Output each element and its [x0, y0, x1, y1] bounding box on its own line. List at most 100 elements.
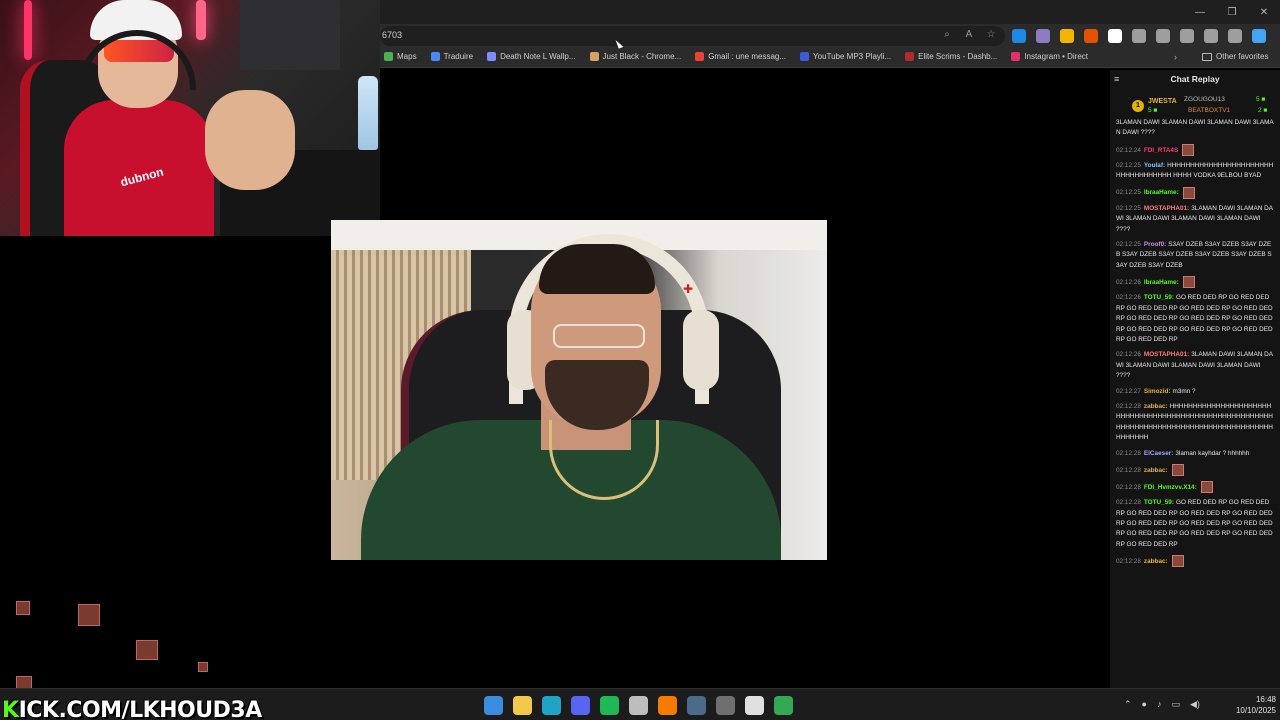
- extension-icon[interactable]: [1156, 29, 1170, 43]
- floating-emote: [198, 662, 208, 672]
- file-explorer-icon[interactable]: [513, 696, 532, 715]
- chat-message: 02:12:28 FDI_Hvmzvv.X14:: [1116, 481, 1274, 494]
- app-orange-icon[interactable]: [658, 696, 677, 715]
- bookmark-label: Elite Scrims - Dashb...: [918, 52, 998, 61]
- minimize-icon[interactable]: —: [1184, 0, 1216, 24]
- chat-username[interactable]: TOTU_59:: [1144, 499, 1174, 506]
- chat-username[interactable]: IbraaHame:: [1144, 279, 1179, 286]
- gifter-rank-badge: 1: [1132, 100, 1144, 112]
- address-bar[interactable]: 6703 ⌕ A ☆: [380, 26, 1005, 46]
- bookmark-label: YouTube MP3 Playli...: [813, 52, 892, 61]
- obs-icon[interactable]: [716, 696, 735, 715]
- bookmark-favicon-icon: [430, 52, 440, 61]
- chat-username[interactable]: Proof0:: [1144, 241, 1166, 248]
- microphone-icon[interactable]: ♪: [1157, 699, 1162, 710]
- bookmark-item[interactable]: Maps: [384, 52, 417, 61]
- chat-username[interactable]: MOSTAPHA01:: [1144, 351, 1189, 358]
- bookmark-item[interactable]: Just Black - Chrome...: [589, 52, 681, 61]
- chat-timestamp: 02:12:25: [1116, 204, 1141, 212]
- chat-username[interactable]: IbraaHame:: [1144, 189, 1179, 196]
- other-favorites[interactable]: Other favorites: [1202, 52, 1268, 61]
- extension-icon[interactable]: [1108, 29, 1122, 43]
- bookmark-label: Death Note L Wallp...: [500, 52, 576, 61]
- chat-message: 02:12:25 Youlaf: HHHHHHHHHHHHHHHHHHHHHHHHH…: [1116, 161, 1274, 182]
- second-gifter-name[interactable]: ZGOUGOU13: [1184, 96, 1225, 103]
- top-gifter-count: 5 ■: [1148, 107, 1158, 114]
- edge-icon[interactable]: [542, 696, 561, 715]
- streamer-webcam: dubnon: [0, 0, 380, 236]
- extension-icon[interactable]: [1252, 29, 1266, 43]
- chat-username[interactable]: TOTU_59:: [1144, 294, 1174, 301]
- chat-emote-icon: [1200, 481, 1213, 494]
- close-icon[interactable]: ✕: [1248, 0, 1280, 24]
- chat-message: 02:12:28 zabbac:: [1116, 464, 1274, 477]
- bookmark-item[interactable]: Traduire: [430, 52, 473, 61]
- clock-time: 16:48: [1255, 695, 1276, 704]
- chat-menu-icon[interactable]: ≡: [1114, 74, 1119, 84]
- chat-message: 3LAMAN DAWI 3LAMAN DAWI 3LAMAN DAWI 3LAM…: [1116, 118, 1274, 139]
- chat-username[interactable]: zabbac:: [1144, 467, 1168, 474]
- github-icon[interactable]: [745, 696, 764, 715]
- chat-username[interactable]: Simozid:: [1144, 388, 1171, 395]
- top-gifter-name[interactable]: JWESTA: [1148, 98, 1177, 105]
- url-text[interactable]: 6703: [382, 30, 402, 40]
- tray-app-icon[interactable]: ●: [1142, 699, 1147, 710]
- start-icon[interactable]: [484, 696, 503, 715]
- bookmark-item[interactable]: Instagram • Direct: [1011, 52, 1088, 61]
- extension-icon[interactable]: [1060, 29, 1074, 43]
- steam-icon[interactable]: [687, 696, 706, 715]
- tray-chevron-icon[interactable]: ⌃: [1124, 699, 1132, 710]
- spotify-icon[interactable]: [600, 696, 619, 715]
- bookmarks-more-icon[interactable]: ›: [1174, 52, 1177, 62]
- extension-icon[interactable]: [1204, 29, 1218, 43]
- chat-username[interactable]: FDI_Hvmzvv.X14:: [1144, 484, 1197, 491]
- display-icon[interactable]: ▭: [1171, 699, 1180, 710]
- chat-username[interactable]: Youlaf:: [1144, 162, 1165, 169]
- chrome-icon[interactable]: [774, 696, 793, 715]
- neon-light: [24, 0, 32, 60]
- bookmark-label: Instagram • Direct: [1024, 52, 1088, 61]
- chat-header: ≡ Chat Replay: [1110, 70, 1280, 88]
- discord-icon[interactable]: [571, 696, 590, 715]
- third-gifter-name[interactable]: BEATBOXTV1: [1188, 107, 1230, 114]
- chat-timestamp: 02:12:28: [1116, 403, 1141, 410]
- kick-prefix: K: [2, 698, 19, 720]
- extension-icons: [1012, 29, 1266, 43]
- chat-title: Chat Replay: [1170, 74, 1220, 84]
- chat-text: GO RED DED RP GO RED DED RP GO RED DED R…: [1116, 499, 1273, 548]
- bookmark-item[interactable]: Gmail : une messag...: [695, 52, 786, 61]
- extension-icon[interactable]: [1228, 29, 1242, 43]
- zoom-icon[interactable]: ⌕: [941, 29, 953, 40]
- third-gifter-count: 2 ■: [1258, 107, 1268, 114]
- extension-icon[interactable]: [1180, 29, 1194, 43]
- extension-icon[interactable]: [1132, 29, 1146, 43]
- bookmark-item[interactable]: YouTube MP3 Playli...: [800, 52, 891, 61]
- chat-username[interactable]: zabbac:: [1144, 403, 1168, 410]
- favorite-star-icon[interactable]: ☆: [985, 29, 997, 40]
- extension-icon[interactable]: [1036, 29, 1050, 43]
- main-video[interactable]: ✚: [331, 220, 827, 560]
- chat-message: 02:12:26 IbraaHame:: [1116, 276, 1274, 289]
- chat-username[interactable]: zabbac:: [1144, 558, 1168, 565]
- extension-icon[interactable]: [1012, 29, 1026, 43]
- chat-message: 02:12:28 TOTU_59: GO RED DED RP GO RED DED…: [1116, 498, 1274, 550]
- kick-url: ICK.COM/LKHOUD3A: [18, 698, 263, 720]
- system-tray: ⌃ ● ♪ ▭ ◀): [1124, 699, 1200, 710]
- volume-icon[interactable]: ◀): [1190, 699, 1200, 710]
- restore-icon[interactable]: ❐: [1216, 0, 1248, 24]
- bookmark-favicon-icon: [487, 52, 497, 61]
- second-gifter-count: 5 ■: [1256, 96, 1266, 103]
- clock[interactable]: 16:48 10/10/2025: [1222, 694, 1276, 716]
- bookmark-item[interactable]: Death Note L Wallp...: [487, 52, 576, 61]
- read-aloud-icon[interactable]: A: [963, 29, 975, 40]
- chat-message: 02:12:25 Proof0: S3AY DZEB S3AY DZEB S3AY …: [1116, 240, 1274, 271]
- chat-username[interactable]: FDI_RTA4S: [1144, 147, 1178, 154]
- chat-username[interactable]: ElCaeser:: [1144, 450, 1174, 457]
- extension-icon[interactable]: [1084, 29, 1098, 43]
- kick-channel-watermark: KICK.COM/LKHOUD3A: [2, 698, 262, 720]
- store-icon[interactable]: [629, 696, 648, 715]
- chat-username[interactable]: MOSTAPHA01:: [1144, 205, 1189, 212]
- chat-replay-panel: ≡ Chat Replay 1 JWESTA 5 ■ ZGOUGOU13 5 ■…: [1110, 70, 1280, 688]
- bookmark-item[interactable]: Elite Scrims - Dashb...: [905, 52, 997, 61]
- chat-emote-icon: [1182, 186, 1195, 199]
